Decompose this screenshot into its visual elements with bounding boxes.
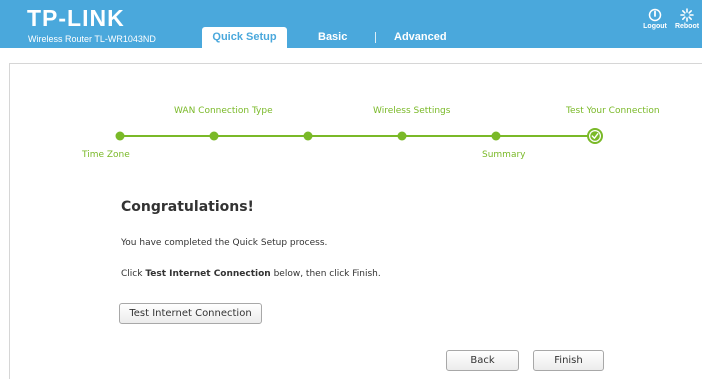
instruction-suffix: below, then click Finish. (270, 269, 381, 279)
setup-progress-bar (115, 128, 603, 144)
reboot-icon (680, 8, 694, 22)
tp-link-logo: TP-LINK (27, 5, 125, 31)
router-model: Wireless Router TL-WR1043ND (28, 34, 156, 44)
power-icon (648, 8, 662, 22)
tab-divider (375, 32, 376, 43)
top-header: TP-LINK Wireless Router TL-WR1043ND Quic… (0, 0, 702, 48)
progress-node-wan-connection-type (209, 131, 219, 141)
reboot-button[interactable]: Reboot (672, 8, 702, 30)
reboot-label: Reboot (674, 23, 700, 30)
completed-message: You have completed the Quick Setup proce… (121, 238, 328, 248)
logout-label: Logout (643, 23, 667, 30)
tab-basic[interactable]: Basic (318, 27, 347, 48)
content-panel: WAN Connection Type Wireless Settings Te… (9, 63, 702, 379)
instruction-bold: Test Internet Connection (145, 269, 271, 279)
finish-button[interactable]: Finish (533, 350, 604, 371)
check-icon (587, 128, 603, 144)
tab-advanced[interactable]: Advanced (394, 27, 447, 48)
test-internet-connection-button[interactable]: Test Internet Connection (119, 303, 262, 324)
progress-node-wireless-settings (397, 131, 407, 141)
progress-node-summary (491, 131, 501, 141)
back-button[interactable]: Back (446, 350, 519, 371)
progress-node-time-zone (115, 131, 125, 141)
logout-button[interactable]: Logout (640, 8, 670, 30)
tab-quick-setup[interactable]: Quick Setup (202, 27, 287, 48)
instruction-prefix: Click (121, 269, 146, 279)
progress-node-3 (303, 131, 313, 141)
page-title: Congratulations! (121, 199, 254, 215)
instruction-message: Click Test Internet Connection below, th… (121, 269, 381, 279)
